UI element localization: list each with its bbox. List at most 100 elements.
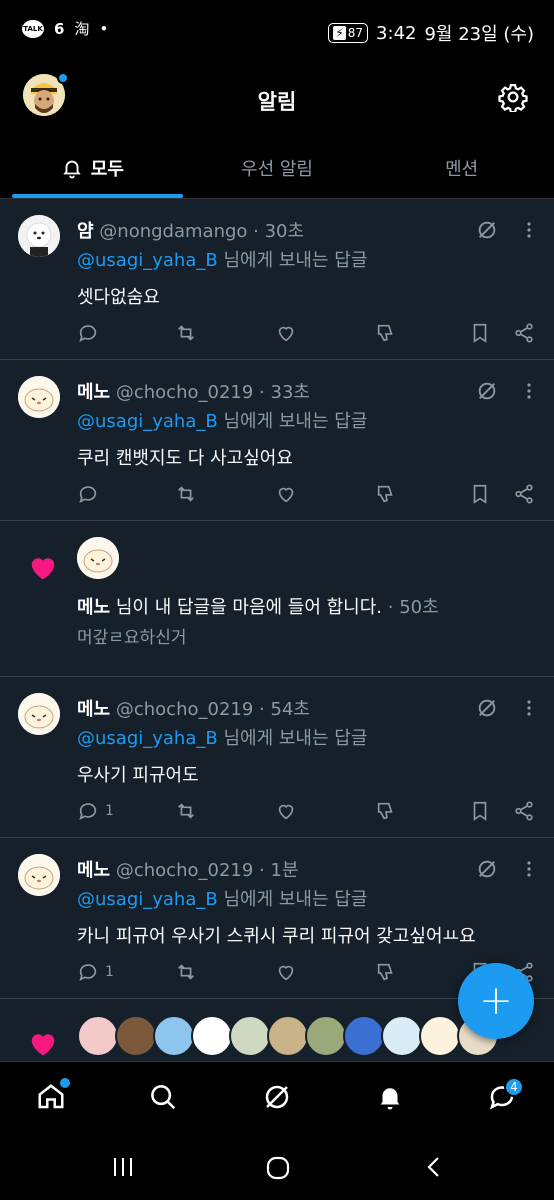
tweet-text: 우사기 피규어도 bbox=[77, 765, 199, 786]
grok-icon[interactable] bbox=[476, 697, 498, 719]
avatar[interactable] bbox=[77, 1015, 119, 1057]
avatar[interactable] bbox=[419, 1015, 461, 1057]
app-header: 알림 bbox=[0, 62, 554, 137]
avatar[interactable] bbox=[18, 215, 60, 257]
avatar[interactable] bbox=[229, 1015, 271, 1057]
bookmark-button[interactable] bbox=[469, 321, 491, 345]
avatar[interactable] bbox=[191, 1015, 233, 1057]
reply-button[interactable]: 1 bbox=[77, 960, 114, 984]
tweet-actions: 1 bbox=[77, 799, 537, 823]
user-name[interactable]: 메노 bbox=[77, 597, 110, 618]
avatar[interactable] bbox=[18, 693, 60, 735]
more-options-icon[interactable] bbox=[526, 860, 532, 878]
list-item[interactable]: 얌 @nongdamango · 30초 @usagi_yaha_B 님에게 보… bbox=[0, 199, 554, 360]
thumbs-down-icon bbox=[377, 802, 393, 820]
profile-notification-dot bbox=[57, 72, 69, 84]
mention-link[interactable]: @usagi_yaha_B bbox=[77, 728, 218, 749]
grok-icon[interactable] bbox=[262, 1082, 292, 1112]
avatar[interactable] bbox=[153, 1015, 195, 1057]
recent-apps-icon[interactable] bbox=[112, 1156, 134, 1178]
bookmark-button[interactable] bbox=[469, 799, 491, 823]
timestamp: · 54초 bbox=[259, 699, 310, 720]
tweet-actions bbox=[77, 321, 537, 345]
retweet-icon bbox=[178, 325, 194, 341]
tweet-actions bbox=[77, 482, 537, 506]
tweet-text: 카니 피규어 우사기 스퀴시 쿠리 피규어 갖고싶어ㅛ요 bbox=[77, 926, 476, 947]
grok-icon[interactable] bbox=[476, 380, 498, 402]
like-button[interactable] bbox=[275, 482, 297, 506]
retweet-button[interactable] bbox=[175, 960, 197, 984]
bookmark-icon bbox=[473, 801, 487, 821]
like-button[interactable] bbox=[275, 799, 297, 823]
avatar-image bbox=[18, 376, 60, 418]
tab-priority[interactable]: 우선 알림 bbox=[185, 137, 370, 198]
page-title: 알림 bbox=[257, 90, 297, 114]
share-icon bbox=[515, 484, 533, 504]
avatar-image bbox=[18, 693, 60, 735]
home-system-icon[interactable] bbox=[266, 1156, 290, 1180]
thumbs-down-icon bbox=[377, 324, 393, 342]
bell-filled-icon[interactable] bbox=[375, 1082, 405, 1112]
reply-icon bbox=[79, 486, 97, 503]
list-item[interactable]: 메노 @chocho_0219 · 33초 @usagi_yaha_B 님에게 … bbox=[0, 360, 554, 521]
user-handle: @chocho_0219 bbox=[115, 860, 254, 881]
like-button[interactable] bbox=[275, 321, 297, 345]
search-icon[interactable] bbox=[148, 1082, 178, 1112]
dislike-button[interactable] bbox=[375, 321, 397, 345]
bookmark-icon bbox=[473, 323, 487, 343]
more-options-icon[interactable] bbox=[526, 382, 532, 400]
share-button[interactable] bbox=[513, 799, 535, 823]
reply-count: 1 bbox=[105, 964, 114, 980]
bookmark-button[interactable] bbox=[469, 482, 491, 506]
user-name[interactable]: 메노 bbox=[77, 699, 110, 720]
tweet-text: 셋다없숨요 bbox=[77, 287, 160, 308]
user-name[interactable]: 얌 bbox=[77, 221, 94, 242]
reply-button[interactable] bbox=[77, 321, 105, 345]
avatar[interactable] bbox=[343, 1015, 385, 1057]
user-handle: @chocho_0219 bbox=[115, 382, 254, 403]
dislike-button[interactable] bbox=[375, 482, 397, 506]
threads-icon: 6 bbox=[54, 19, 65, 38]
mention-link[interactable]: @usagi_yaha_B bbox=[77, 250, 218, 271]
dislike-button[interactable] bbox=[375, 960, 397, 984]
avatar[interactable] bbox=[115, 1015, 157, 1057]
avatar[interactable] bbox=[267, 1015, 309, 1057]
tab-all[interactable]: 모두 bbox=[0, 137, 185, 198]
retweet-button[interactable] bbox=[175, 321, 197, 345]
retweet-button[interactable] bbox=[175, 482, 197, 506]
reply-icon bbox=[79, 325, 97, 342]
avatar-image bbox=[77, 537, 119, 579]
settings-gear-icon[interactable] bbox=[498, 82, 528, 112]
share-button[interactable] bbox=[513, 321, 535, 345]
retweet-button[interactable] bbox=[175, 799, 197, 823]
mention-link[interactable]: @usagi_yaha_B bbox=[77, 889, 218, 910]
like-button[interactable] bbox=[275, 960, 297, 984]
liked-reply-preview: 머갚ㄹ요하신거 bbox=[77, 628, 187, 648]
user-name[interactable]: 메노 bbox=[77, 860, 110, 881]
avatar-image bbox=[18, 215, 60, 257]
avatar[interactable] bbox=[305, 1015, 347, 1057]
thumbs-down-icon bbox=[377, 485, 393, 503]
list-item[interactable]: 메노 님이 내 답글을 마음에 들어 합니다. · 50초 머갚ㄹ요하신거 bbox=[0, 521, 554, 677]
date: 9월 23일 (수) bbox=[424, 24, 534, 45]
list-item[interactable]: 메노 @chocho_0219 · 54초 @usagi_yaha_B 님에게 … bbox=[0, 677, 554, 838]
avatar[interactable] bbox=[77, 537, 119, 579]
grok-icon[interactable] bbox=[476, 858, 498, 880]
mention-link[interactable]: @usagi_yaha_B bbox=[77, 411, 218, 432]
back-icon[interactable] bbox=[424, 1156, 444, 1178]
more-options-icon[interactable] bbox=[526, 699, 532, 717]
avatar[interactable] bbox=[381, 1015, 423, 1057]
like-message: 님이 내 답글을 마음에 들어 합니다. bbox=[115, 597, 383, 618]
compose-button[interactable]: + bbox=[458, 963, 534, 1039]
share-button[interactable] bbox=[513, 482, 535, 506]
reply-button[interactable] bbox=[77, 482, 105, 506]
reply-button[interactable]: 1 bbox=[77, 799, 114, 823]
dislike-button[interactable] bbox=[375, 799, 397, 823]
more-options-icon[interactable] bbox=[526, 221, 532, 239]
tab-mentions[interactable]: 멘션 bbox=[369, 137, 554, 198]
grok-icon[interactable] bbox=[476, 219, 498, 241]
heart-filled-icon bbox=[31, 558, 55, 580]
avatar[interactable] bbox=[18, 854, 60, 896]
avatar[interactable] bbox=[18, 376, 60, 418]
user-name[interactable]: 메노 bbox=[77, 382, 110, 403]
